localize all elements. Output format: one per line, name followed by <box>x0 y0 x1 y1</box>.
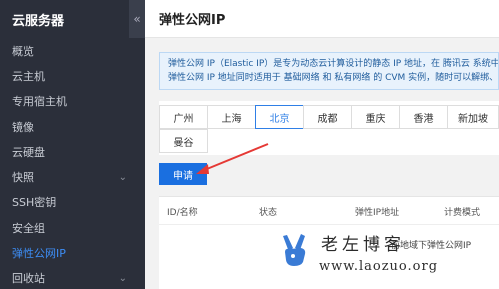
column-header-billing-mode: 计费模式 <box>444 208 481 218</box>
sidebar-item-snapshots[interactable]: 快照 ⌄ <box>0 164 145 189</box>
sidebar-item-label: SSH密钥 <box>12 196 57 210</box>
info-banner: 弹性公网 IP（Elastic IP）是专为动态云计算设计的静态 IP 地址，在… <box>159 52 499 90</box>
sidebar-item-label: 快照 <box>12 171 34 185</box>
sidebar-item-label: 回收站 <box>12 272 45 286</box>
sidebar-item-label: 专用宿主机 <box>12 95 67 109</box>
sidebar-item-ssh-keys[interactable]: SSH密钥 <box>0 190 145 215</box>
info-line-1: 弹性公网 IP（Elastic IP）是专为动态云计算设计的静态 IP 地址，在… <box>168 59 499 69</box>
apply-button[interactable]: 申请 <box>159 163 207 185</box>
sidebar-item-label: 云硬盘 <box>12 145 45 159</box>
victory-hand-icon <box>283 234 306 266</box>
column-header-eip-address: 弹性IP地址 <box>355 208 400 218</box>
sidebar-item-label: 概览 <box>12 44 34 58</box>
chevron-down-icon: ⌄ <box>118 272 127 284</box>
table-header: ID/名称 状态 弹性IP地址 计费模式 <box>159 197 499 225</box>
sidebar-item-elastic-ip[interactable]: 弹性公网IP <box>0 240 145 265</box>
main-content: 弹性公网IP 弹性公网 IP（Elastic IP）是专为动态云计算设计的静态 … <box>145 0 499 289</box>
watermark: 老左博客 www.laozuo.org <box>279 226 479 286</box>
sidebar-nav: 概览 云主机 专用宿主机 镜像 云硬盘 快照 ⌄ SSH密钥 安全组 弹性公网IP… <box>0 38 145 289</box>
collapse-sidebar-icon[interactable]: « <box>129 0 145 38</box>
region-tab-hongkong[interactable]: 香港 <box>399 105 448 129</box>
sidebar-item-instances[interactable]: 云主机 <box>0 63 145 88</box>
sidebar-item-security-groups[interactable]: 安全组 <box>0 215 145 240</box>
sidebar-item-label: 云主机 <box>12 69 45 83</box>
watermark-name: 老左博客 <box>321 235 405 255</box>
region-tab-shanghai[interactable]: 上海 <box>207 105 256 129</box>
region-tab-bangkok[interactable]: 曼谷 <box>159 129 208 153</box>
region-tab-chongqing[interactable]: 重庆 <box>351 105 400 129</box>
info-line-2: 弹性公网 IP 地址同时适用于 基础网络 和 私有网络 的 CVM 实例，随时可… <box>168 73 499 83</box>
sidebar-item-label: 安全组 <box>12 221 45 235</box>
column-header-status: 状态 <box>259 208 278 218</box>
region-tab-guangzhou[interactable]: 广州 <box>159 105 208 129</box>
sidebar-item-dedicated-hosts[interactable]: 专用宿主机 <box>0 89 145 114</box>
region-tab-chengdu[interactable]: 成都 <box>303 105 352 129</box>
sidebar-item-images[interactable]: 镜像 <box>0 114 145 139</box>
sidebar-item-disks[interactable]: 云硬盘 <box>0 139 145 164</box>
chevron-down-icon: ⌄ <box>118 171 127 183</box>
sidebar-title: 云服务器 <box>12 13 65 29</box>
region-tab-singapore[interactable]: 新加坡 <box>447 105 499 129</box>
sidebar-header: 云服务器 « <box>0 0 145 38</box>
region-selector: 广州 上海 北京 成都 重庆 香港 新加坡 曼谷 <box>159 101 499 155</box>
page-header: 弹性公网IP <box>145 0 499 38</box>
sidebar-item-recycle-bin[interactable]: 回收站 ⌄ <box>0 266 145 289</box>
sidebar-item-overview[interactable]: 概览 <box>0 38 145 63</box>
sidebar-item-label: 镜像 <box>12 120 34 134</box>
page-title: 弹性公网IP <box>159 13 226 28</box>
column-header-id-name: ID/名称 <box>167 208 198 218</box>
region-tab-beijing[interactable]: 北京 <box>255 105 304 129</box>
sidebar: 云服务器 « 概览 云主机 专用宿主机 镜像 云硬盘 快照 ⌄ SSH密钥 安全组… <box>0 0 145 289</box>
sidebar-item-label: 弹性公网IP <box>12 247 66 261</box>
watermark-url: www.laozuo.org <box>319 259 439 274</box>
